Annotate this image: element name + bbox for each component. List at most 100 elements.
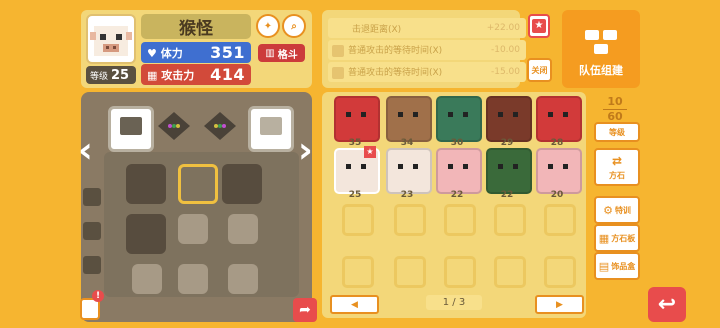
stone-slot[interactable] bbox=[228, 214, 258, 244]
skill-row: 普通攻击的等待时间(X) -10.00 bbox=[328, 40, 526, 60]
level-box: 等级 25 bbox=[86, 66, 136, 84]
grid-icon: ▦ bbox=[598, 231, 610, 245]
pokemon-cell[interactable] bbox=[436, 148, 482, 194]
stone-slot[interactable] bbox=[248, 106, 294, 152]
pokemon-level-label: 20 bbox=[550, 190, 564, 200]
close-button[interactable]: 关闭 bbox=[527, 58, 552, 82]
empty-storage-slot[interactable] bbox=[494, 204, 526, 236]
search-icon[interactable]: ⌕ bbox=[282, 14, 306, 38]
empty-storage-slot[interactable] bbox=[544, 204, 576, 236]
empty-storage-slot[interactable] bbox=[444, 204, 476, 236]
stone-slot[interactable] bbox=[126, 214, 166, 254]
pokemon-level-label: 22 bbox=[450, 190, 464, 200]
team-build-button[interactable]: 队伍组建 bbox=[562, 10, 640, 88]
pokemon-cell[interactable] bbox=[436, 96, 482, 142]
pokemon-portrait[interactable] bbox=[86, 14, 136, 64]
page-indicator: 1 / 3 bbox=[426, 295, 482, 310]
pokemon-cell[interactable] bbox=[334, 96, 380, 142]
favorite-star-icon: ★ bbox=[364, 146, 376, 158]
type-tag-button[interactable]: ▥ 格斗 bbox=[258, 44, 305, 62]
storage-box-label: 饰品盒 bbox=[611, 261, 636, 271]
attack-bar: ▦ 攻击力 414 bbox=[141, 64, 251, 85]
stone-board-label: 方石板 bbox=[611, 233, 636, 243]
capacity-current: 10 bbox=[607, 95, 623, 108]
stone-slot[interactable] bbox=[83, 188, 101, 206]
skill-row-label: 普通攻击的等待时间(X) bbox=[348, 46, 443, 57]
pokemon-cell[interactable] bbox=[386, 96, 432, 142]
stone-slot[interactable] bbox=[83, 256, 101, 274]
stone-slot-icon bbox=[332, 44, 344, 57]
pokemon-level-label: 28 bbox=[550, 138, 564, 148]
sort-level-button[interactable]: 等级 bbox=[594, 122, 640, 142]
pokemon-face-icon bbox=[548, 112, 568, 118]
share-arrow-icon: ➦ bbox=[299, 302, 311, 318]
stone-icon bbox=[120, 117, 142, 135]
mankey-portrait-icon bbox=[90, 26, 132, 56]
favorite-button[interactable]: ★ bbox=[528, 14, 550, 38]
badge-icon-wrap[interactable]: ✦ bbox=[256, 14, 280, 38]
pokemon-face-icon bbox=[398, 112, 418, 118]
next-page-button[interactable]: ▶ bbox=[535, 295, 584, 314]
stone-slot[interactable] bbox=[222, 164, 262, 204]
pokemon-face-icon bbox=[548, 164, 568, 170]
train-label: 特训 bbox=[614, 205, 631, 215]
stone-slot[interactable] bbox=[228, 264, 258, 294]
prev-page-button[interactable]: ◀ bbox=[330, 295, 379, 314]
box-icon: ▤ bbox=[598, 259, 610, 273]
stone-slot[interactable] bbox=[108, 106, 154, 152]
stone-button[interactable]: ⇄ 方石 bbox=[594, 148, 640, 186]
return-button[interactable]: ↩ bbox=[648, 287, 686, 322]
storage-box-button[interactable]: ▤ 饰品盒 bbox=[594, 252, 640, 280]
pokemon-face-icon bbox=[398, 164, 418, 170]
team-icon bbox=[585, 30, 617, 54]
stone-slot[interactable] bbox=[132, 264, 162, 294]
link-stones-icon bbox=[158, 112, 236, 140]
skill-row-value: +22.00 bbox=[486, 23, 520, 33]
empty-storage-slot[interactable] bbox=[342, 256, 374, 288]
capacity-display: 10 60 bbox=[590, 96, 640, 123]
pokemon-face-icon bbox=[498, 164, 518, 170]
empty-storage-slot[interactable] bbox=[544, 256, 576, 288]
stone-board-button[interactable]: ▦ 方石板 bbox=[594, 224, 640, 252]
pokemon-cell[interactable] bbox=[486, 96, 532, 142]
share-button[interactable]: ➦ bbox=[293, 298, 317, 322]
pokemon-cell[interactable] bbox=[486, 148, 532, 194]
empty-storage-slot[interactable] bbox=[342, 204, 374, 236]
skill-row-label: 普通攻击的等待时间(X) bbox=[348, 68, 443, 79]
stone-slot[interactable] bbox=[83, 222, 101, 240]
heart-icon: ♥ bbox=[147, 46, 157, 60]
pokemon-cell[interactable] bbox=[386, 148, 432, 194]
selected-slot[interactable] bbox=[178, 164, 218, 204]
sparkle-badge-icon[interactable]: ✦ bbox=[256, 14, 280, 38]
stone-slot[interactable] bbox=[178, 264, 208, 294]
pokemon-cell[interactable] bbox=[536, 148, 582, 194]
pokemon-face-icon bbox=[448, 112, 468, 118]
notification-button[interactable]: ! bbox=[80, 290, 104, 320]
stone-slot[interactable] bbox=[178, 214, 208, 244]
prev-pokemon-arrow[interactable]: ‹ bbox=[78, 130, 93, 171]
train-button[interactable]: ⚙ 特训 bbox=[594, 196, 640, 224]
stone-slot-icon bbox=[332, 66, 344, 79]
pokemon-level-label: 22 bbox=[500, 190, 514, 200]
pokemon-cell[interactable] bbox=[536, 96, 582, 142]
empty-storage-slot[interactable] bbox=[444, 256, 476, 288]
board-top-row bbox=[104, 100, 304, 152]
pokemon-name[interactable]: 猴怪 bbox=[141, 14, 251, 39]
empty-storage-slot[interactable] bbox=[394, 256, 426, 288]
stone-slot-area bbox=[104, 152, 299, 297]
pokemon-level-label: 30 bbox=[450, 138, 464, 148]
search-icon-wrap[interactable]: ⌕ bbox=[282, 14, 306, 38]
stone-button-label: 方石 bbox=[609, 170, 625, 180]
pokemon-level-label: 34 bbox=[400, 138, 414, 148]
pokemon-level-label: 29 bbox=[500, 138, 514, 148]
empty-storage-slot[interactable] bbox=[394, 204, 426, 236]
next-pokemon-arrow[interactable]: › bbox=[298, 130, 313, 171]
attack-label: 攻击力 bbox=[161, 68, 195, 82]
level-value: 25 bbox=[111, 67, 130, 83]
empty-storage-slot[interactable] bbox=[494, 256, 526, 288]
skill-row-label: 击退距离(X) bbox=[352, 24, 402, 35]
star-icon: ★ bbox=[532, 19, 546, 33]
gear-icon: ⚙ bbox=[603, 203, 613, 217]
skill-row-value: -15.00 bbox=[490, 67, 520, 77]
stone-slot[interactable] bbox=[126, 164, 166, 204]
